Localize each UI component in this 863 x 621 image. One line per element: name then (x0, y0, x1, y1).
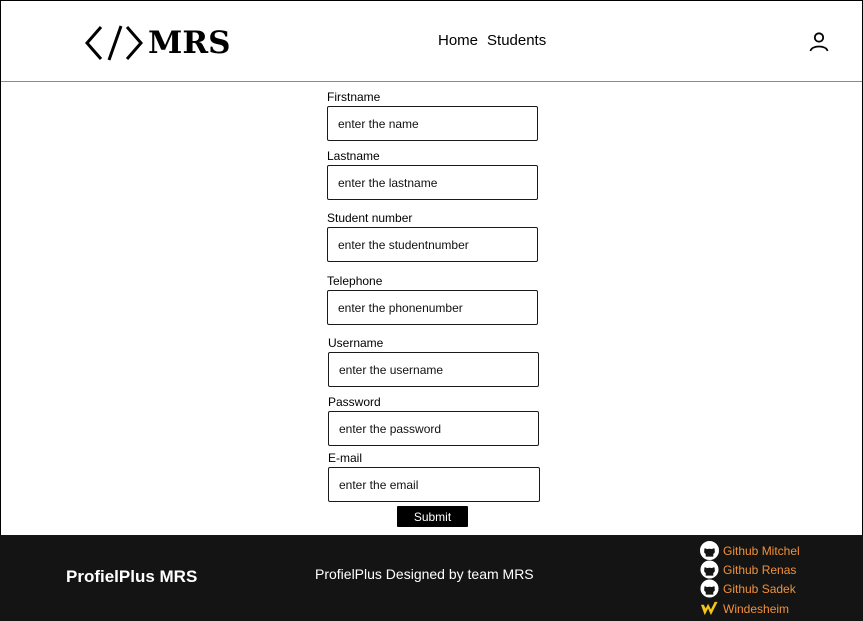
submit-button[interactable]: Submit (397, 506, 468, 527)
github-renas-label: Github Renas (723, 562, 797, 577)
windesheim-icon (700, 601, 718, 616)
username-label: Username (328, 336, 384, 350)
github-sadek-label: Github Sadek (723, 581, 796, 596)
github-mitchel-link[interactable]: Github Mitchel (700, 541, 800, 560)
github-icon (700, 579, 719, 598)
top-header: MRS Home Students (1, 1, 862, 82)
github-sadek-link[interactable]: Github Sadek (700, 579, 796, 598)
email-label: E-mail (328, 451, 363, 465)
user-icon[interactable] (808, 31, 830, 53)
student-number-input[interactable] (327, 227, 538, 262)
main-nav: Home Students (438, 32, 546, 49)
github-renas-link[interactable]: Github Renas (700, 560, 796, 579)
logo-text: MRS (148, 24, 231, 61)
nav-students-link[interactable]: Students (487, 32, 546, 49)
windesheim-label: Windesheim (723, 601, 790, 616)
logo[interactable]: MRS (85, 23, 230, 63)
email-input[interactable] (328, 467, 540, 502)
student-number-label: Student number (327, 211, 413, 225)
footer-credit: ProfielPlus Designed by team MRS (315, 566, 534, 582)
username-input[interactable] (328, 352, 539, 387)
firstname-label: Firstname (327, 90, 381, 104)
telephone-input[interactable] (327, 290, 538, 325)
footer-brand: ProfielPlus MRS (66, 567, 198, 586)
github-mitchel-label: Github Mitchel (723, 543, 800, 558)
password-label: Password (328, 395, 381, 409)
lastname-label: Lastname (327, 149, 380, 163)
password-input[interactable] (328, 411, 539, 446)
lastname-input[interactable] (327, 165, 538, 200)
code-brackets-icon (85, 25, 143, 61)
github-icon (700, 560, 719, 579)
nav-home-link[interactable]: Home (438, 32, 478, 49)
windesheim-link[interactable]: Windesheim (700, 599, 789, 618)
firstname-input[interactable] (327, 106, 538, 141)
github-icon (700, 541, 719, 560)
footer: ProfielPlus MRS ProfielPlus Designed by … (0, 535, 863, 621)
telephone-label: Telephone (327, 274, 383, 288)
